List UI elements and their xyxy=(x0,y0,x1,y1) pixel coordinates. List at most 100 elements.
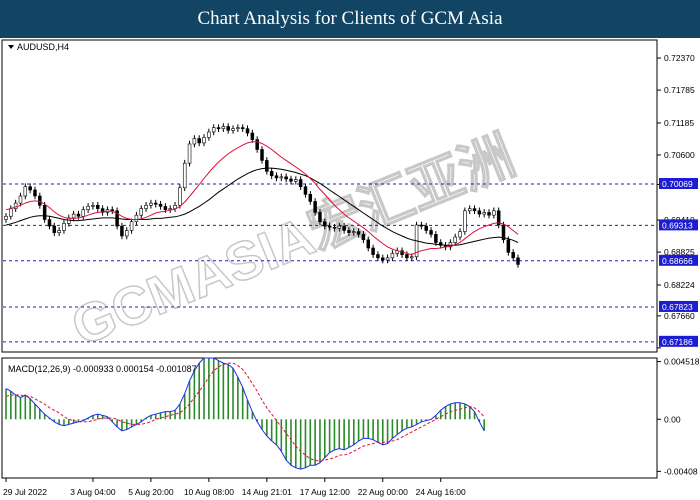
candle-body xyxy=(313,201,317,213)
candle-body xyxy=(419,224,424,227)
candle-body xyxy=(265,160,269,172)
candle-body xyxy=(125,230,129,237)
candle-body xyxy=(318,212,322,223)
candle-body xyxy=(158,203,163,207)
candle-body xyxy=(342,225,346,231)
candle-body xyxy=(52,225,57,233)
symbol-label: AUDUSD,H4 xyxy=(17,42,69,52)
time-tick-label: 5 Aug 20:00 xyxy=(128,487,174,497)
candle-body xyxy=(42,205,47,220)
candle-body xyxy=(477,210,482,215)
candle-body xyxy=(390,253,395,259)
candle-body xyxy=(182,162,187,189)
time-tick-label: 22 Aug 00:00 xyxy=(358,487,408,497)
candle-body xyxy=(240,127,245,129)
candle-body xyxy=(245,128,250,134)
candle-body xyxy=(492,210,496,216)
candle-body xyxy=(453,236,457,243)
candle-body xyxy=(366,239,371,249)
candle-body xyxy=(62,223,66,231)
candle-body xyxy=(149,202,153,206)
candle-body xyxy=(269,171,274,177)
price-tick-label: 0.68224 xyxy=(664,280,695,290)
candle-body xyxy=(211,127,216,133)
candle-body xyxy=(187,143,192,164)
candle-body xyxy=(463,210,467,232)
candle-body xyxy=(294,179,298,182)
candle-body xyxy=(110,209,115,212)
candle-body xyxy=(91,205,95,207)
candle-body xyxy=(226,126,230,131)
level-label-text: 0.67823 xyxy=(662,302,693,312)
candle-body xyxy=(516,257,520,265)
time-tick-label: 17 Aug 12:00 xyxy=(300,487,350,497)
candle-body xyxy=(409,256,414,259)
candle-body xyxy=(434,234,438,243)
macd-pane xyxy=(1,357,658,479)
candle-body xyxy=(38,195,42,206)
price-tick-label: 0.72370 xyxy=(664,53,695,63)
macd-label: MACD(12,26,9) -0.000933 0.000154 -0.0010… xyxy=(8,364,197,374)
price-tick-label: 0.71785 xyxy=(664,85,695,95)
candle-body xyxy=(467,208,472,212)
candle-body xyxy=(274,175,279,179)
time-tick-label: 14 Aug 21:01 xyxy=(242,487,292,497)
chart-area: GCMASIA宏汇亚洲 0.723700.717850.711850.70600… xyxy=(1,39,700,497)
candle-body xyxy=(385,257,390,261)
candle-body xyxy=(279,176,284,179)
candle-body xyxy=(381,257,385,261)
candle-body xyxy=(429,230,433,235)
level-label-text: 0.70069 xyxy=(662,179,693,189)
candle-body xyxy=(506,239,511,253)
macd-tick-label: 0.004518 xyxy=(664,357,700,367)
level-label-text: 0.69313 xyxy=(662,220,693,230)
candle-body xyxy=(487,212,491,216)
candle-body xyxy=(255,139,259,150)
time-tick-label: 24 Aug 16:00 xyxy=(416,487,466,497)
candle-body xyxy=(134,214,139,223)
banner-title: Chart Analysis for Clients of GCM Asia xyxy=(0,0,700,38)
candle-body xyxy=(4,215,8,220)
candle-body xyxy=(405,254,409,259)
candle-body xyxy=(221,126,226,129)
price-tick-label: 0.71185 xyxy=(664,118,694,128)
time-tick-label: 10 Aug 08:00 xyxy=(184,487,234,497)
level-label-text: 0.67186 xyxy=(662,337,693,347)
candle-body xyxy=(202,137,206,144)
candle-body xyxy=(9,208,13,217)
candle-body xyxy=(57,230,61,233)
candle-body xyxy=(33,189,37,197)
candle-body xyxy=(482,212,486,215)
candle-body xyxy=(139,208,143,216)
candle-body xyxy=(207,131,211,138)
candle-body xyxy=(458,231,462,238)
candle-body xyxy=(192,138,197,145)
candle-body xyxy=(323,221,327,227)
time-tick-label: 3 Aug 04:00 xyxy=(70,487,116,497)
candle-body xyxy=(231,128,235,131)
candle-body xyxy=(153,202,158,205)
candle-body xyxy=(376,254,380,259)
candle-body xyxy=(129,221,134,231)
macd-tick-label: -0.00408 xyxy=(664,466,698,476)
candle-body xyxy=(260,149,264,161)
candle-body xyxy=(361,234,366,241)
candle-body xyxy=(289,178,293,182)
candle-body xyxy=(298,179,303,187)
candle-body xyxy=(76,213,81,217)
candle-body xyxy=(352,231,356,233)
candle-body xyxy=(308,194,313,202)
candle-body xyxy=(23,186,28,197)
macd-tick-label: 0.00 xyxy=(664,414,681,424)
candle-body xyxy=(47,219,52,227)
candle-body xyxy=(337,225,342,229)
candle-body xyxy=(71,213,76,219)
candle-body xyxy=(424,225,428,231)
candle-body xyxy=(216,127,221,129)
candle-body xyxy=(327,225,332,228)
price-tick-label: 0.70600 xyxy=(664,150,695,160)
candle-body xyxy=(332,226,337,229)
candle-body xyxy=(86,206,90,210)
time-tick-label: 29 Jul 2022 xyxy=(3,487,47,497)
candle-body xyxy=(303,186,308,195)
